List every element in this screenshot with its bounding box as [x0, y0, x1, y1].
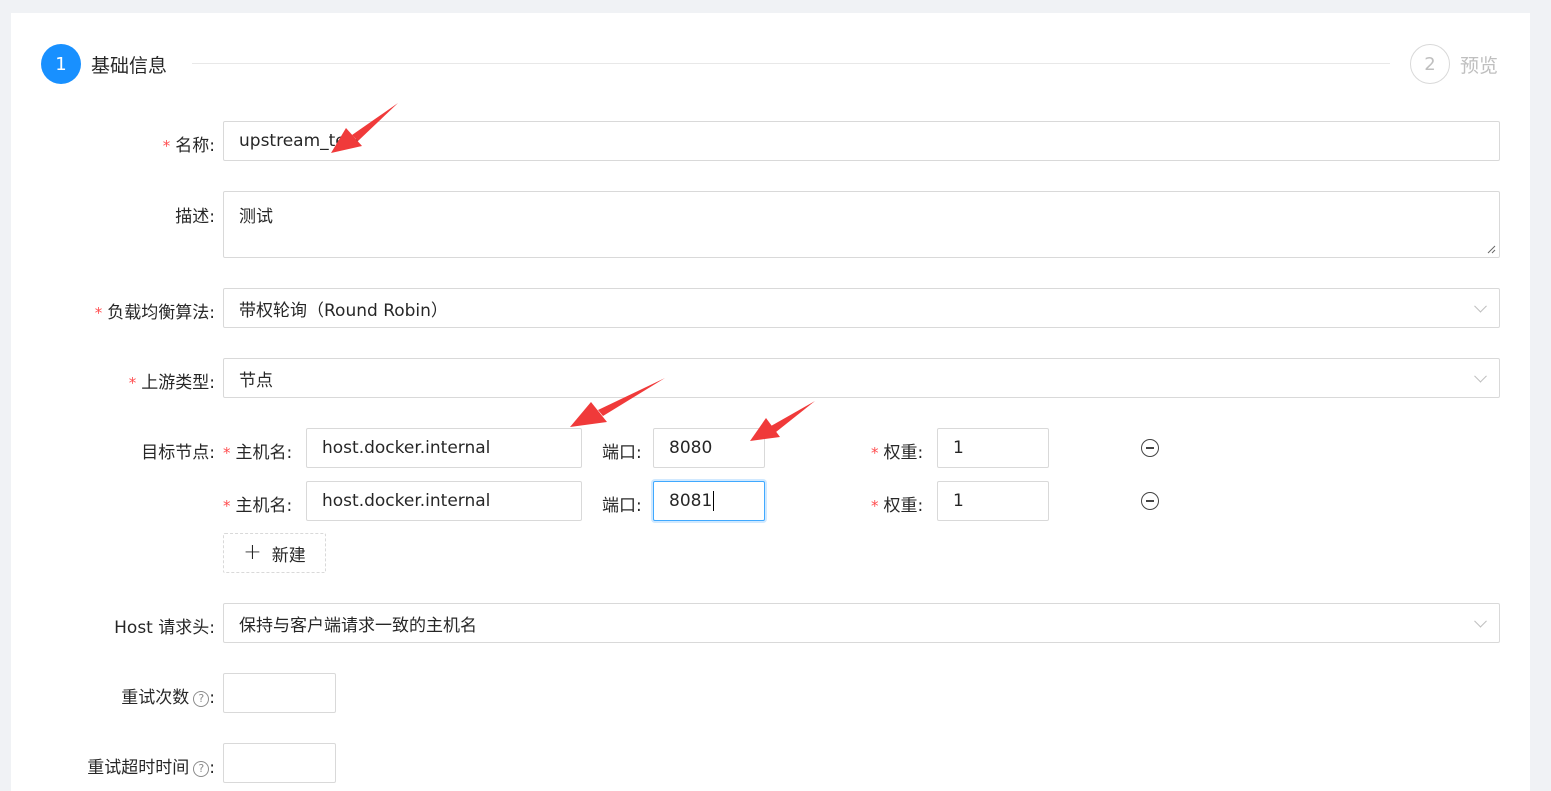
add-target-button[interactable]: + 新建	[223, 533, 326, 573]
required-mark: *	[94, 304, 103, 322]
port-label: 端口:	[602, 443, 642, 463]
lb-select[interactable]: 带权轮询（Round Robin）	[223, 288, 1500, 328]
weight-input-value: 1	[953, 491, 964, 511]
host-header-select[interactable]: 保持与客户端请求一致的主机名	[223, 603, 1500, 643]
desc-textarea-value: 测试	[239, 207, 273, 227]
minus-circle-icon[interactable]	[1141, 439, 1159, 457]
name-input[interactable]: upstream_test	[223, 121, 1500, 161]
host-header-select-value: 保持与客户端请求一致的主机名	[239, 615, 477, 636]
retry-timeout-label: 重试超时时间?:	[87, 758, 215, 778]
port-input-1[interactable]: 8080	[653, 428, 765, 468]
weight-input-value: 1	[953, 438, 964, 458]
required-mark: *	[223, 497, 231, 515]
chevron-down-icon	[1474, 614, 1487, 628]
question-circle-icon[interactable]: ?	[193, 760, 210, 777]
upstream-type-select[interactable]: 节点	[223, 358, 1500, 398]
targets-label: 目标节点:	[141, 443, 215, 463]
resize-grip-icon[interactable]	[1487, 245, 1496, 254]
host-input-value: host.docker.internal	[322, 438, 491, 458]
required-mark: *	[223, 444, 231, 462]
minus-circle-icon[interactable]	[1141, 492, 1159, 510]
question-circle-icon[interactable]: ?	[193, 690, 210, 707]
lb-select-value: 带权轮询（Round Robin）	[239, 300, 448, 321]
required-mark: *	[871, 497, 879, 515]
weight-label: * 权重:	[871, 496, 924, 516]
retries-input[interactable]	[223, 673, 336, 713]
weight-input-1[interactable]: 1	[937, 428, 1049, 468]
host-label: * 主机名:	[223, 443, 293, 463]
step-2-icon: 2	[1410, 44, 1450, 84]
step-connector	[192, 63, 1390, 64]
desc-textarea[interactable]: 测试	[223, 191, 1500, 258]
host-input-2[interactable]: host.docker.internal	[306, 481, 582, 521]
host-label: * 主机名:	[223, 496, 293, 516]
chevron-down-icon	[1474, 299, 1487, 313]
host-input-1[interactable]: host.docker.internal	[306, 428, 582, 468]
retry-timeout-input[interactable]	[223, 743, 336, 783]
name-input-value: upstream_test	[239, 131, 362, 151]
text-cursor	[713, 491, 715, 511]
upstream-type-select-value: 节点	[239, 370, 273, 391]
required-mark: *	[128, 374, 137, 392]
add-target-label: 新建	[271, 545, 306, 566]
step-1-icon: 1	[41, 44, 81, 84]
required-mark: *	[871, 444, 879, 462]
required-mark: *	[162, 137, 171, 155]
port-label: 端口:	[602, 496, 642, 516]
upstream-type-label: * 上游类型:	[128, 373, 215, 393]
step-2-title: 预览	[1460, 55, 1499, 77]
host-header-label: Host 请求头:	[114, 618, 215, 638]
plus-icon: +	[243, 540, 262, 565]
port-input-value: 8080	[669, 438, 713, 458]
step-1-title: 基础信息	[91, 55, 168, 77]
port-input-value: 8081	[669, 491, 713, 511]
retries-label: 重试次数?:	[121, 688, 215, 708]
weight-label: * 权重:	[871, 443, 924, 463]
desc-label: 描述:	[175, 207, 215, 227]
weight-input-2[interactable]: 1	[937, 481, 1049, 521]
lb-label: * 负载均衡算法:	[94, 303, 215, 323]
chevron-down-icon	[1474, 369, 1487, 383]
host-input-value: host.docker.internal	[322, 491, 491, 511]
port-input-2[interactable]: 8081	[653, 481, 765, 521]
name-label: * 名称:	[162, 136, 215, 156]
